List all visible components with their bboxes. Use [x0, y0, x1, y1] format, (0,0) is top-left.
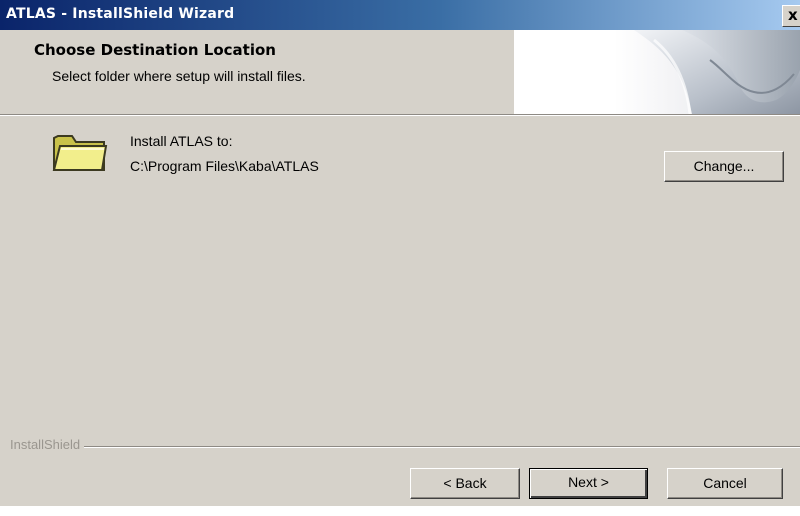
- cancel-button[interactable]: Cancel: [667, 468, 783, 499]
- header-banner-image: [514, 30, 800, 114]
- close-button[interactable]: x: [782, 5, 800, 27]
- folder-icon: [52, 135, 108, 171]
- page-title: Choose Destination Location: [34, 41, 276, 59]
- wizard-header: Choose Destination Location Select folde…: [0, 30, 800, 114]
- banner-art-icon: [634, 30, 800, 114]
- page-subtitle: Select folder where setup will install f…: [52, 68, 306, 84]
- install-to-label: Install ATLAS to:: [130, 133, 233, 149]
- next-button[interactable]: Next >: [529, 468, 648, 499]
- install-path-value: C:\Program Files\Kaba\ATLAS: [130, 158, 319, 174]
- header-divider: [0, 114, 800, 116]
- change-button[interactable]: Change...: [664, 151, 784, 182]
- installshield-wizard-window: ATLAS - InstallShield Wizard x Choose De…: [0, 0, 800, 506]
- title-bar[interactable]: ATLAS - InstallShield Wizard x: [0, 0, 800, 30]
- back-button[interactable]: < Back: [410, 468, 520, 499]
- installshield-brand-label: InstallShield: [10, 437, 85, 452]
- window-title: ATLAS - InstallShield Wizard: [6, 6, 235, 22]
- footer-divider: [10, 446, 800, 448]
